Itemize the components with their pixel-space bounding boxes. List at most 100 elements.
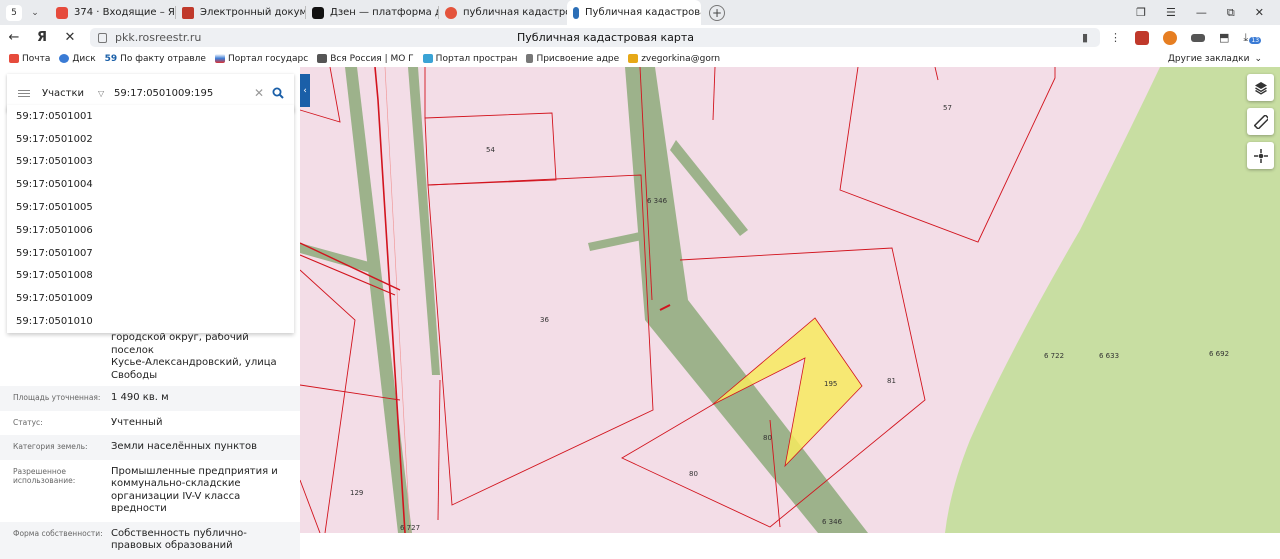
more-icon[interactable]: ⋮ (1110, 31, 1121, 44)
layers-button[interactable] (1247, 74, 1274, 101)
parcel-label: 80 (689, 470, 698, 478)
tab-kadastr-search[interactable]: публичная кадастровая (439, 0, 567, 25)
restore-icon[interactable]: ⧉ (1227, 6, 1235, 20)
bookmark-59[interactable]: 59 По факту отравле (105, 54, 206, 64)
suggestion-item[interactable]: 59:17:0501004 (7, 173, 294, 196)
document-icon (182, 6, 194, 19)
suggestion-item[interactable]: 59:17:0501001 (7, 105, 294, 128)
mail-icon (9, 54, 19, 63)
suggestion-item[interactable]: 59:17:0501010 (7, 310, 294, 333)
parcel-info-table: городской округ, рабочий поселок Кусье-А… (0, 327, 300, 559)
close-window-icon[interactable]: ✕ (1255, 6, 1264, 19)
tabs-dropdown-icon[interactable]: ⌄ (28, 8, 42, 18)
info-key: Площадь уточненная: (13, 393, 101, 402)
bookmark-prisvoenie[interactable]: Присвоение адре (526, 54, 619, 64)
chevron-down-icon[interactable]: ▽ (98, 89, 114, 98)
parcel-label: 36 (540, 316, 549, 324)
parcel-label: 129 (350, 489, 363, 497)
bookmark-label: zvegorkina@gorn (641, 53, 721, 64)
extension-icon[interactable] (1191, 33, 1205, 42)
chevron-left-icon: ‹ (303, 85, 307, 96)
other-bookmarks-label: Другие закладки (1167, 53, 1250, 64)
suggestion-item[interactable]: 59:17:0501009 (7, 287, 294, 310)
globe-icon (422, 54, 433, 63)
suggestion-item[interactable]: 59:17:0501008 (7, 265, 294, 288)
object-type-select[interactable]: Участки (42, 88, 98, 99)
other-bookmarks[interactable]: Другие закладки ⌄ (1168, 54, 1262, 64)
bookmark-vsya-rossiya[interactable]: Вся Россия | МО Г (317, 53, 414, 64)
yandex-home-icon[interactable]: Я (28, 30, 56, 45)
search-button[interactable] (268, 87, 288, 99)
bookmark-gosuslugi[interactable]: Портал государс (214, 53, 309, 64)
info-row-address: городской округ, рабочий поселок Кусье-А… (0, 327, 300, 386)
extension-icon[interactable]: ⬒ (1219, 31, 1229, 44)
cloud-icon (59, 54, 70, 63)
bookmark-label: Вся Россия | МО Г (330, 53, 414, 64)
menu-icon[interactable] (18, 89, 30, 97)
downloads-icon[interactable]: ⤓ 13 (1243, 31, 1262, 45)
info-value: 1 490 кв. м (111, 392, 169, 403)
extension-icon[interactable] (1135, 30, 1149, 45)
tab-label: Публичная кадастровая (585, 7, 701, 18)
url-text: pkk.rosreestr.ru (115, 31, 202, 44)
tab-edoc[interactable]: Электронный документо (176, 0, 306, 25)
bookmark-pochta[interactable]: Почта (9, 54, 50, 64)
suggestion-item[interactable]: 59:17:0501003 (7, 151, 294, 174)
bookmark-label: Почта (22, 53, 51, 64)
info-key: Форма собственности: (13, 528, 103, 538)
info-row-use: Разрешенное использование: Промышленные … (0, 460, 300, 522)
suggestion-item[interactable]: 59:17:0501007 (7, 242, 294, 265)
info-value-address: городской округ, рабочий поселок Кусье-А… (111, 332, 289, 382)
flag-icon (214, 54, 225, 63)
parcel-label: 80 (763, 434, 772, 442)
tab-mail[interactable]: 374 · Входящие – Яндекс (50, 0, 176, 25)
mail-icon (628, 54, 639, 63)
minimize-icon[interactable]: — (1196, 6, 1207, 19)
address-line: Кусье-Александровский, улица (111, 357, 277, 368)
suggestion-item[interactable]: 59:17:0501005 (7, 196, 294, 219)
parcel-label: 195 (824, 380, 837, 388)
info-key: Статус: (13, 417, 43, 427)
search-icon (272, 87, 284, 99)
tab-count-badge[interactable]: 5 (6, 4, 22, 21)
bookmark-label: Портал государс (227, 53, 309, 64)
bookmark-portal-prostr[interactable]: Портал простран (422, 54, 517, 64)
locate-icon (1253, 148, 1268, 163)
bookmark-disk[interactable]: Диск (59, 54, 96, 64)
tab-kadastr-map[interactable]: Публичная кадастровая ✕ (567, 0, 701, 25)
clear-icon[interactable]: ✕ (254, 86, 268, 100)
mail-icon (56, 6, 68, 19)
layers-icon (1254, 81, 1267, 95)
new-tab-button[interactable]: + (709, 4, 725, 21)
tab-label: Дзен — платформа для п (330, 7, 439, 18)
bookmark-email[interactable]: zvegorkina@gorn (628, 54, 720, 64)
parcel-label: 6 633 (1099, 352, 1119, 360)
collapse-panel-button[interactable]: ‹ (300, 74, 310, 107)
browser-menu-icon[interactable]: ☰ (1166, 6, 1176, 19)
suggestion-item[interactable]: 59:17:0501006 (7, 219, 294, 242)
tab-label: 374 · Входящие – Яндекс (74, 7, 176, 18)
tab-collection-icon[interactable]: ❐ (1136, 6, 1146, 19)
bookmark-icon[interactable]: ▮ (1082, 31, 1088, 44)
extension-icon[interactable] (1163, 30, 1177, 45)
chevron-down-icon: ⌄ (1254, 53, 1262, 64)
ruler-icon (1253, 114, 1268, 129)
parcel-label: 6 722 (1044, 352, 1064, 360)
address-line: городской округ, рабочий поселок (111, 332, 249, 356)
search-input[interactable]: 59:17:0501009:195 (114, 88, 254, 99)
downloads-badge: 13 (1249, 36, 1262, 44)
parcel-label: 54 (486, 146, 495, 154)
ruler-button[interactable] (1247, 108, 1274, 135)
info-panel: Участки ▽ 59:17:0501009:195 ✕ 59:17:0501… (0, 67, 300, 559)
info-value: Собственность публично-правовых образова… (111, 527, 247, 552)
bookmark-label: Присвоение адре (536, 53, 620, 64)
address-bar-row: ← Я ✕ pkk.rosreestr.ru Публичная кадастр… (0, 25, 1280, 50)
stop-icon[interactable]: ✕ (56, 30, 84, 45)
tab-dzen[interactable]: Дзен — платформа для п (306, 0, 439, 25)
address-line: Свободы (111, 369, 158, 381)
address-field[interactable]: pkk.rosreestr.ru Публичная кадастровая к… (90, 28, 1100, 47)
locate-button[interactable] (1247, 142, 1274, 169)
back-icon[interactable]: ← (0, 30, 28, 45)
lock-icon (98, 32, 107, 43)
suggestion-item[interactable]: 59:17:0501002 (7, 128, 294, 151)
